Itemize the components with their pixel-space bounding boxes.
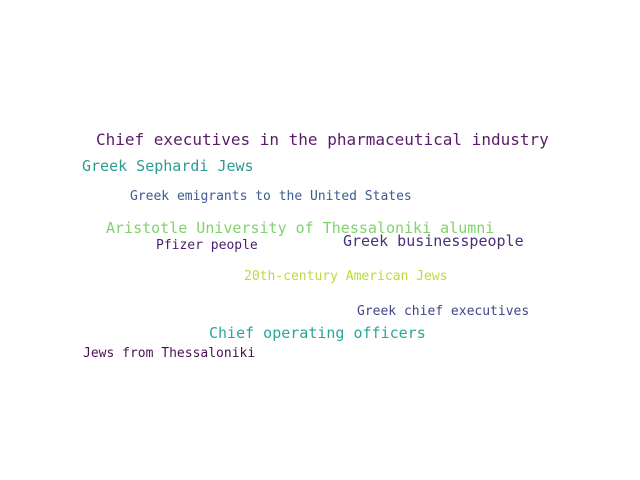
cloud-word: Greek Sephardi Jews xyxy=(82,157,254,175)
cloud-word: Greek emigrants to the United States xyxy=(130,189,412,204)
cloud-word: Chief operating officers xyxy=(209,324,426,342)
cloud-word: Greek businesspeople xyxy=(343,232,524,250)
cloud-word: Jews from Thessaloniki xyxy=(83,346,256,361)
cloud-word: Greek chief executives xyxy=(357,304,530,319)
cloud-word: Chief executives in the pharmaceutical i… xyxy=(96,130,549,149)
word-cloud: Chief executives in the pharmaceutical i… xyxy=(0,0,640,480)
cloud-word: 20th-century American Jews xyxy=(244,269,448,284)
cloud-word: Pfizer people xyxy=(156,238,258,253)
